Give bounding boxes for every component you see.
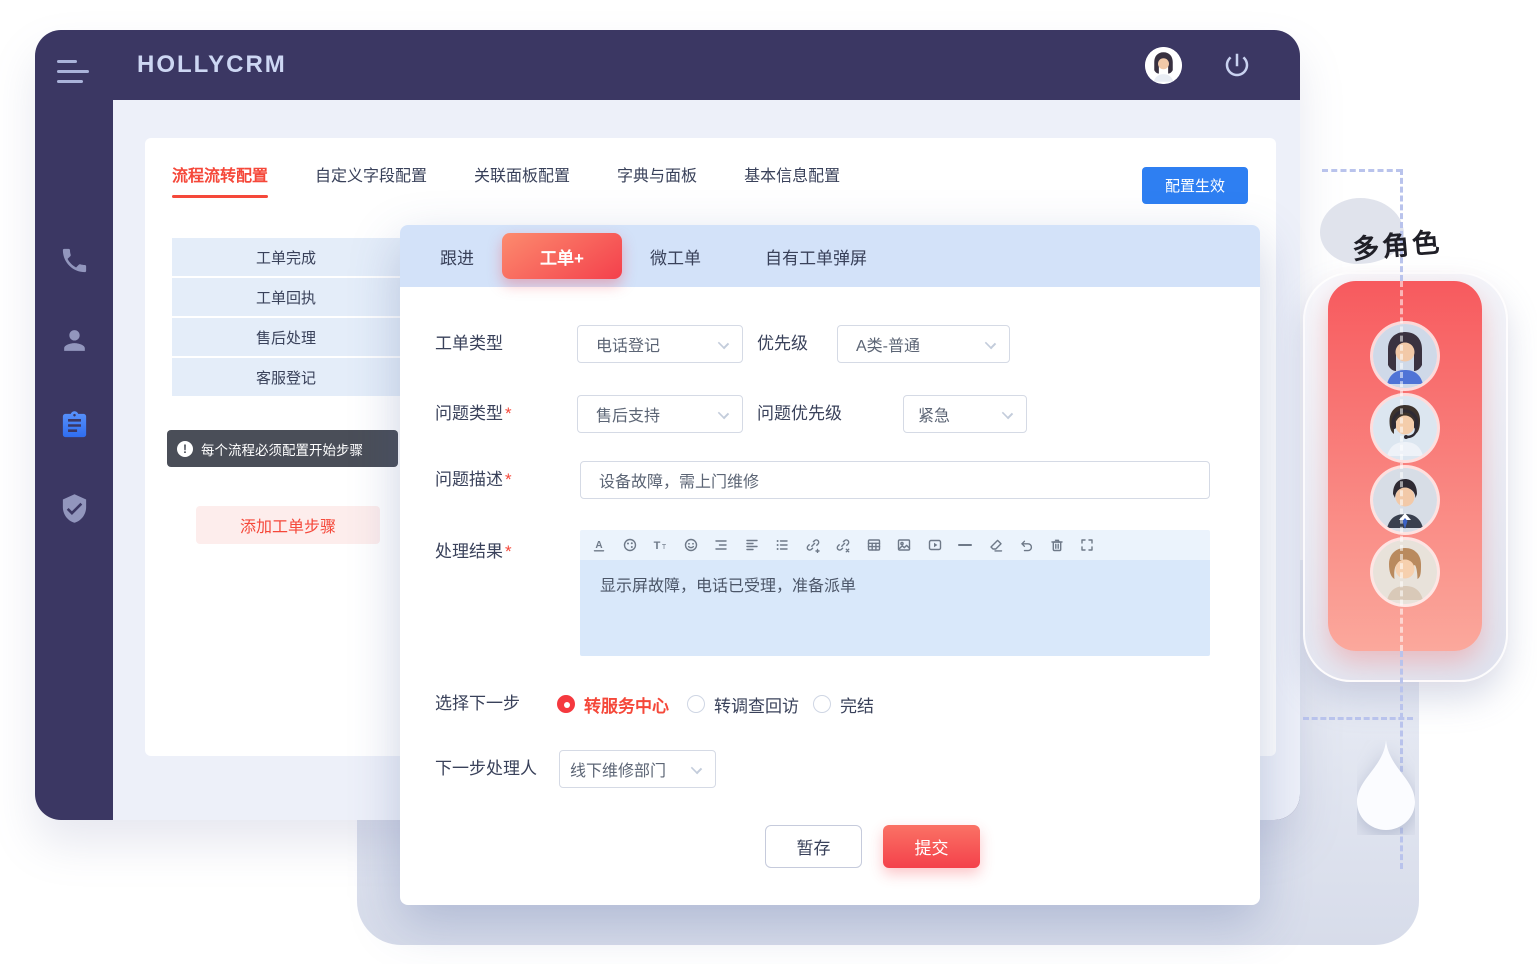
add-step-button[interactable]: 添加工单步骤 bbox=[196, 506, 380, 544]
apply-config-button[interactable]: 配置生效 bbox=[1142, 167, 1248, 204]
priority-select[interactable]: A类-普通 bbox=[837, 325, 1010, 363]
user-icon[interactable] bbox=[59, 325, 90, 356]
list-item-ticket-complete[interactable]: 工单完成 bbox=[172, 238, 400, 276]
user-avatar[interactable] bbox=[1145, 47, 1182, 84]
dashed-line-horizontal-top bbox=[1322, 169, 1402, 172]
tab-linked-panel-config[interactable]: 关联面板配置 bbox=[474, 162, 570, 198]
svg-text:T: T bbox=[654, 540, 661, 552]
modal-tab-own-ticket-popup[interactable]: 自有工单弹屏 bbox=[765, 244, 867, 269]
modal-tab-micro-ticket[interactable]: 微工单 bbox=[650, 244, 701, 269]
list-item-ticket-receipt[interactable]: 工单回执 bbox=[172, 278, 400, 316]
result-label: 处理结果* bbox=[435, 533, 512, 571]
app-title: HOLLYCRM bbox=[137, 51, 287, 79]
issue-type-select[interactable]: 售后支持 bbox=[577, 395, 743, 433]
roles-panel bbox=[1328, 281, 1482, 651]
issue-desc-input[interactable]: 设备故障，需上门维修 bbox=[580, 461, 1210, 499]
horizontal-rule-icon[interactable] bbox=[957, 537, 973, 553]
female-customer-avatar bbox=[1373, 540, 1437, 604]
droplet-shape bbox=[1357, 740, 1415, 840]
workflow-step-list: 工单完成 工单回执 售后处理 客服登记 bbox=[172, 238, 400, 398]
radio-icon bbox=[813, 695, 831, 713]
editor-content[interactable]: 显示屏故障，电话已受理，准备派单 bbox=[580, 560, 1210, 656]
ticket-modal: 跟进 工单+ 微工单 自有工单弹屏 工单类型 电话登记 优先级 A类-普通 问题… bbox=[400, 225, 1260, 905]
avatar-illustration bbox=[1145, 47, 1182, 84]
rich-text-editor: A TT 显示屏故障，电话已受理，准备派单 bbox=[580, 530, 1210, 656]
submit-button[interactable]: 提交 bbox=[883, 825, 980, 868]
image-icon[interactable] bbox=[896, 537, 912, 553]
indent-icon[interactable] bbox=[713, 537, 729, 553]
next-handler-label: 下一步处理人 bbox=[435, 750, 537, 788]
remove-link-icon[interactable] bbox=[835, 537, 851, 553]
modal-tab-follow-up[interactable]: 跟进 bbox=[440, 244, 474, 269]
phone-icon[interactable] bbox=[59, 245, 90, 276]
issue-priority-label: 问题优先级 bbox=[757, 395, 842, 433]
editor-toolbar: A TT bbox=[580, 530, 1210, 560]
insert-link-icon[interactable] bbox=[805, 537, 821, 553]
issue-type-label: 问题类型* bbox=[435, 395, 512, 433]
color-palette-icon[interactable] bbox=[622, 537, 638, 553]
undo-icon[interactable] bbox=[1018, 537, 1034, 553]
headset-agent-avatar bbox=[1373, 396, 1437, 460]
priority-label: 优先级 bbox=[757, 325, 808, 363]
priority-value: A类-普通 bbox=[856, 332, 920, 356]
save-draft-button[interactable]: 暂存 bbox=[765, 825, 862, 868]
modal-tab-ticket-active[interactable]: 工单+ bbox=[502, 233, 622, 279]
table-icon[interactable] bbox=[866, 537, 882, 553]
eraser-icon[interactable] bbox=[988, 537, 1004, 553]
chevron-down-icon bbox=[985, 338, 996, 349]
svg-text:A: A bbox=[595, 540, 602, 551]
chevron-down-icon bbox=[718, 408, 729, 419]
clipboard-icon[interactable] bbox=[59, 410, 90, 441]
chevron-down-icon bbox=[691, 763, 702, 774]
next-step-label: 选择下一步 bbox=[435, 685, 520, 723]
nav-tabs: 流程流转配置 自定义字段配置 关联面板配置 字典与面板 基本信息配置 bbox=[172, 162, 840, 198]
shield-check-icon[interactable] bbox=[59, 493, 90, 524]
unordered-list-icon[interactable] bbox=[774, 537, 790, 553]
emoji-icon[interactable] bbox=[683, 537, 699, 553]
issue-priority-value: 紧急 bbox=[918, 402, 950, 426]
menu-icon[interactable] bbox=[57, 60, 91, 90]
hint-tooltip: ! 每个流程必须配置开始步骤 bbox=[167, 430, 398, 467]
svg-text:T: T bbox=[662, 544, 667, 551]
chevron-down-icon bbox=[1002, 408, 1013, 419]
video-icon[interactable] bbox=[927, 537, 943, 553]
tab-dictionary-panel[interactable]: 字典与面板 bbox=[617, 162, 697, 198]
exclamation-circle-icon: ! bbox=[177, 441, 193, 457]
male-manager-avatar bbox=[1373, 468, 1437, 532]
radio-transfer-service-center[interactable]: 转服务中心 bbox=[557, 693, 669, 715]
tab-basic-info-config[interactable]: 基本信息配置 bbox=[744, 162, 840, 198]
radio-icon bbox=[687, 695, 705, 713]
issue-desc-value: 设备故障，需上门维修 bbox=[599, 468, 759, 492]
delete-icon[interactable] bbox=[1049, 537, 1065, 553]
next-handler-value: 线下维修部门 bbox=[570, 757, 666, 781]
text-size-icon[interactable]: TT bbox=[652, 537, 668, 553]
issue-type-value: 售后支持 bbox=[596, 402, 660, 426]
radio-icon bbox=[557, 695, 575, 713]
power-icon[interactable] bbox=[1222, 50, 1252, 80]
radio-finish[interactable]: 完结 bbox=[813, 693, 874, 715]
tab-custom-field-config[interactable]: 自定义字段配置 bbox=[315, 162, 427, 198]
align-left-icon[interactable] bbox=[744, 537, 760, 553]
dashed-line-vertical-overlay bbox=[1400, 281, 1403, 651]
next-handler-select[interactable]: 线下维修部门 bbox=[559, 750, 716, 788]
issue-desc-label: 问题描述* bbox=[435, 461, 512, 499]
list-item-aftersales[interactable]: 售后处理 bbox=[172, 318, 400, 356]
ticket-type-select[interactable]: 电话登记 bbox=[577, 325, 743, 363]
hint-text: 每个流程必须配置开始步骤 bbox=[201, 439, 363, 459]
issue-priority-select[interactable]: 紧急 bbox=[903, 395, 1027, 433]
chevron-down-icon bbox=[718, 338, 729, 349]
list-item-service-register[interactable]: 客服登记 bbox=[172, 358, 400, 396]
font-style-icon[interactable]: A bbox=[591, 537, 607, 553]
radio-transfer-survey-callback[interactable]: 转调查回访 bbox=[687, 693, 799, 715]
ticket-type-value: 电话登记 bbox=[596, 332, 660, 356]
female-agent-avatar bbox=[1373, 324, 1437, 388]
dashed-line-horizontal-bottom bbox=[1303, 717, 1413, 720]
modal-tabbar: 跟进 工单+ 微工单 自有工单弹屏 bbox=[400, 225, 1260, 287]
tab-process-flow-config[interactable]: 流程流转配置 bbox=[172, 162, 268, 198]
roles-annotation-label: 多角色 bbox=[1350, 220, 1443, 267]
ticket-type-label: 工单类型 bbox=[435, 325, 503, 363]
fullscreen-icon[interactable] bbox=[1079, 537, 1095, 553]
